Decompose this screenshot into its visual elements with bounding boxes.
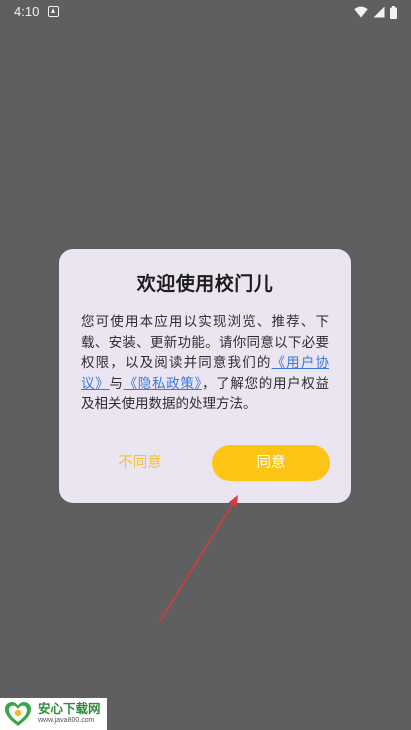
watermark-url: www.java800.com — [38, 717, 95, 724]
status-time: 4:10 — [14, 4, 40, 19]
dialog-title: 欢迎使用校门儿 — [136, 273, 274, 295]
privacy-policy-link[interactable]: 《隐私政策》 — [124, 376, 202, 392]
privacy-dialog: 欢迎使用校门儿 您可使用本应用以实现浏览、推荐、下载、安装、更新功能。请你同意以… — [59, 249, 351, 503]
dialog-message-connector: 与 — [109, 375, 124, 392]
wifi-icon — [354, 6, 368, 18]
notification-icon — [48, 6, 59, 17]
dialog-message: 您可使用本应用以实现浏览、推荐、下载、安装、更新功能。请你同意以下必要权限，以及… — [81, 312, 329, 415]
agree-button[interactable]: 同意 — [212, 445, 330, 481]
disagree-button[interactable]: 不同意 — [99, 446, 181, 480]
watermark-logo-icon — [5, 702, 31, 726]
status-icons — [354, 5, 397, 19]
signal-icon — [373, 6, 385, 18]
battery-icon — [390, 5, 397, 19]
watermark-title: 安心下载网 — [38, 701, 101, 716]
watermark: 安心下载网 www.java800.com — [0, 698, 107, 730]
status-bar: 4:10 — [0, 0, 411, 24]
